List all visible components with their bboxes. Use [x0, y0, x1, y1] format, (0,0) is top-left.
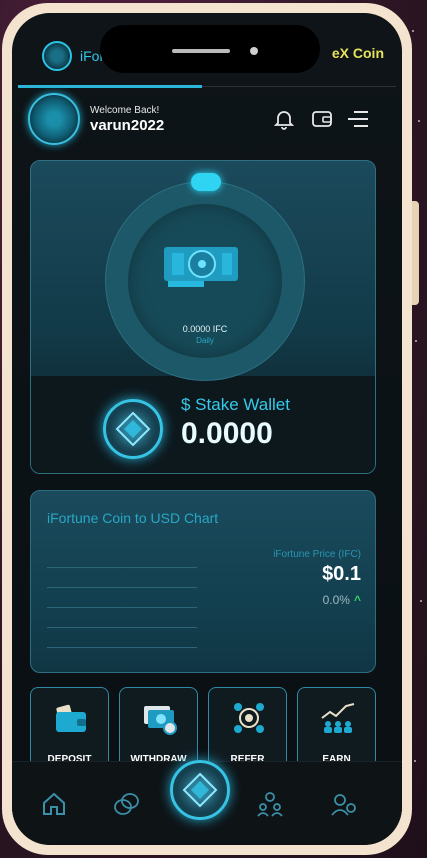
cash-icon — [144, 706, 177, 735]
bell-icon[interactable] — [272, 107, 296, 131]
price-chart-card: iFortune Coin to USD Chart iFortune Pric… — [30, 490, 376, 673]
grid-line — [47, 587, 197, 588]
username: varun2022 — [90, 117, 165, 134]
network-icon — [234, 703, 264, 733]
grid-line — [47, 647, 197, 648]
stake-center-icon — [182, 772, 218, 808]
menu-icon[interactable] — [346, 107, 370, 131]
app-screen: iFortune eX Coin Welcome Back! varun2022 — [12, 13, 402, 845]
ring-knob[interactable] — [191, 173, 221, 191]
ifortune-coin-icon — [42, 41, 72, 71]
stake-center-button[interactable] — [170, 760, 230, 820]
camera-notch — [100, 25, 320, 73]
avatar[interactable] — [28, 93, 80, 145]
ifc-amount: 0.0000 IFC — [182, 324, 228, 334]
stake-coin-icon — [103, 399, 163, 459]
header: Welcome Back! varun2022 — [28, 93, 388, 149]
side-button — [412, 201, 419, 305]
active-tab-indicator — [18, 85, 202, 88]
camera-dot — [250, 47, 258, 55]
gpu-icon — [164, 247, 238, 287]
price-value: $0.1 — [322, 563, 361, 585]
speaker-bar — [172, 49, 230, 53]
wallet-icon — [56, 704, 86, 732]
wallet-icon[interactable] — [310, 107, 334, 131]
price-change: 0.0% ^ — [323, 593, 361, 607]
chart-title: iFortune Coin to USD Chart — [47, 510, 219, 526]
stake-wallet-value: 0.0000 — [181, 417, 273, 450]
home-icon[interactable] — [40, 790, 68, 818]
grid-line — [47, 627, 197, 628]
grid-line — [47, 567, 197, 568]
growth-icon — [321, 703, 355, 733]
welcome-text: Welcome Back! — [90, 105, 160, 116]
ifc-period: Daily — [196, 336, 214, 345]
users-icon[interactable] — [256, 790, 284, 818]
phone-frame: iFortune eX Coin Welcome Back! varun2022 — [2, 3, 419, 855]
tab-ex-coin[interactable]: eX Coin — [332, 45, 384, 61]
grid-line — [47, 607, 197, 608]
settings-icon[interactable] — [330, 790, 358, 818]
coins-icon[interactable] — [112, 790, 140, 818]
price-label: iFortune Price (IFC) — [273, 549, 361, 560]
tab-divider — [202, 86, 396, 87]
stake-wallet-card: 0.0000 IFC Daily $ Stake Wallet 0.0000 — [30, 160, 376, 474]
price-change-value: 0.0% — [322, 593, 350, 607]
stake-wallet-title: $ Stake Wallet — [181, 395, 290, 414]
chevron-up-icon: ^ — [353, 593, 361, 607]
